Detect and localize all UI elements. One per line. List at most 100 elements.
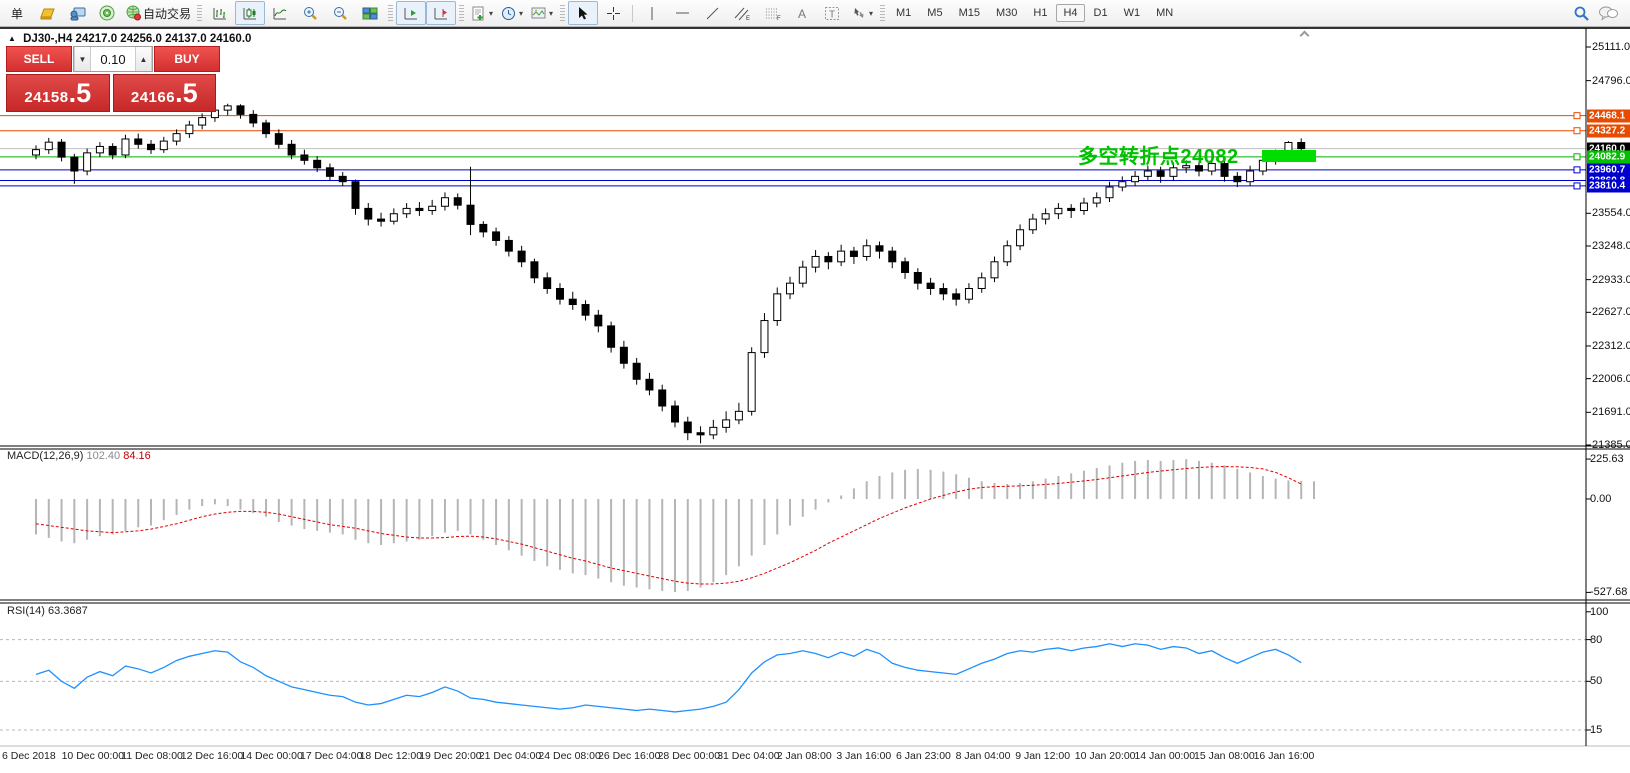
svg-text:E: E — [746, 16, 750, 21]
fibonacci-icon: F — [764, 6, 781, 21]
algo-trading-button[interactable]: 自动交易 — [122, 1, 194, 25]
line-handle — [1574, 154, 1580, 160]
candlestick-mode-button[interactable] — [235, 1, 265, 25]
sell-button[interactable]: SELL — [6, 46, 72, 72]
trendline-icon — [705, 6, 720, 21]
line-handle — [1574, 128, 1580, 134]
candlestick-icon — [242, 6, 258, 21]
fibonacci-button[interactable]: F — [757, 1, 787, 25]
time-axis-label: 17 Dec 04:00 — [300, 750, 362, 762]
trading-terminal-window: 单 自动交易 — [0, 0, 1630, 773]
buy-price-pips: .5 — [175, 78, 198, 108]
tile-windows-button[interactable] — [355, 1, 385, 25]
time-axis-label: 28 Dec 00:00 — [658, 750, 720, 762]
timeframe-H4[interactable]: H4 — [1056, 4, 1084, 22]
trendline-button[interactable] — [697, 1, 727, 25]
sell-price-main: 24158 — [24, 89, 68, 106]
sell-price-display[interactable]: 24158.5 — [6, 74, 110, 112]
timeframe-MN[interactable]: MN — [1149, 4, 1180, 22]
chevron-down-icon: ▾ — [869, 9, 873, 18]
line-handle — [1574, 113, 1580, 119]
buy-price-main: 24166 — [131, 89, 175, 106]
text-button[interactable]: A — [787, 1, 817, 25]
vps-icon[interactable] — [62, 1, 92, 25]
zoom-out-button[interactable] — [325, 1, 355, 25]
toolbar-gripper — [388, 5, 393, 21]
channel-icon: E — [734, 6, 751, 21]
text-a-icon: A — [795, 6, 809, 21]
templates-button[interactable]: ▾ — [527, 1, 557, 25]
clock-icon — [501, 6, 516, 21]
time-axis-label: 21 Dec 04:00 — [479, 750, 541, 762]
crosshair-icon — [606, 6, 621, 21]
collapse-panel-icon[interactable]: ▲ — [8, 34, 16, 43]
time-axis-label: 10 Dec 00:00 — [62, 750, 124, 762]
horizontal-line-button[interactable] — [667, 1, 697, 25]
timeframe-M15[interactable]: M15 — [952, 4, 987, 22]
line-chart-mode-button[interactable] — [265, 1, 295, 25]
terminal-person-icon — [69, 6, 86, 21]
chart-ohlc-header: ▲ DJ30-,H4 24217.0 24256.0 24137.0 24160… — [8, 33, 251, 45]
price-axis-tick: 22627.0 — [1592, 306, 1630, 318]
rsi-axis-tick: 50 — [1590, 675, 1602, 687]
time-axis-label: 26 Dec 16:00 — [598, 750, 660, 762]
new-order-label: 单 — [11, 5, 23, 22]
line-handle — [1574, 183, 1580, 189]
auto-scroll-button[interactable] — [396, 1, 426, 25]
bar-chart-icon — [212, 6, 228, 21]
pivot-annotation-text[interactable]: 多空转折点24082 — [1078, 140, 1239, 169]
timeframe-D1[interactable]: D1 — [1087, 4, 1115, 22]
chart-shift-marker-icon[interactable] — [1300, 30, 1308, 38]
price-tag-23810.4: 23810.4 — [1587, 179, 1630, 192]
time-axis-label: 11 Dec 08:00 — [121, 750, 183, 762]
buy-price-display[interactable]: 24166.5 — [113, 74, 217, 112]
arrows-button[interactable]: ▾ — [847, 1, 877, 25]
buy-button[interactable]: BUY — [154, 46, 220, 72]
svg-text:T: T — [829, 9, 835, 20]
svg-text:F: F — [777, 16, 781, 21]
tile-windows-icon — [362, 6, 378, 21]
chat-icon[interactable] — [1598, 5, 1618, 21]
macd-axis-tick: -527.68 — [1590, 586, 1627, 598]
sell-price-pips: .5 — [69, 78, 92, 108]
horizontal-line-icon — [675, 7, 690, 19]
toolbar-gripper — [560, 5, 565, 21]
indicator-page-icon — [471, 6, 486, 21]
chart-canvas[interactable] — [0, 0, 1630, 773]
text-label-button[interactable]: T — [817, 1, 847, 25]
timeframe-M1[interactable]: M1 — [889, 4, 918, 22]
bar-chart-mode-button[interactable] — [205, 1, 235, 25]
chevron-down-icon: ▾ — [549, 9, 553, 18]
signals-icon[interactable] — [92, 1, 122, 25]
rsi-axis-tick: 15 — [1590, 724, 1602, 736]
timeframe-group: M1M5M15M30H1H4D1W1MN — [888, 4, 1181, 22]
time-axis-label: 9 Jan 12:00 — [1015, 750, 1070, 762]
vertical-line-icon — [646, 6, 658, 21]
cursor-button[interactable] — [568, 1, 598, 25]
price-axis-tick: 22933.0 — [1592, 274, 1630, 286]
chart-shift-button[interactable] — [426, 1, 456, 25]
timeframe-M30[interactable]: M30 — [989, 4, 1024, 22]
volume-input[interactable] — [91, 47, 135, 71]
volume-decrease-button[interactable]: ▼ — [74, 47, 91, 71]
crosshair-button[interactable] — [598, 1, 628, 25]
vertical-line-button[interactable] — [637, 1, 667, 25]
algo-trading-label: 自动交易 — [143, 5, 191, 22]
add-indicator-button[interactable]: ▾ — [467, 1, 497, 25]
time-axis-label: 19 Dec 20:00 — [419, 750, 481, 762]
market-watch-icon[interactable] — [32, 1, 62, 25]
gold-book-icon — [39, 6, 56, 21]
timeframe-H1[interactable]: H1 — [1026, 4, 1054, 22]
equidistant-channel-button[interactable]: E — [727, 1, 757, 25]
time-axis-label: 6 Jan 23:00 — [896, 750, 951, 762]
time-axis-label: 12 Dec 16:00 — [181, 750, 243, 762]
macd-signal-value: 84.16 — [123, 450, 151, 462]
periods-button[interactable]: ▾ — [497, 1, 527, 25]
timeframe-W1[interactable]: W1 — [1117, 4, 1148, 22]
search-icon[interactable] — [1573, 5, 1590, 22]
zoom-in-button[interactable] — [295, 1, 325, 25]
one-click-trading-panel: SELL ▼ ▲ BUY 24158.5 24166.5 — [6, 46, 216, 112]
volume-increase-button[interactable]: ▲ — [135, 47, 152, 71]
timeframe-M5[interactable]: M5 — [920, 4, 949, 22]
new-order-button[interactable]: 单 — [2, 1, 32, 25]
